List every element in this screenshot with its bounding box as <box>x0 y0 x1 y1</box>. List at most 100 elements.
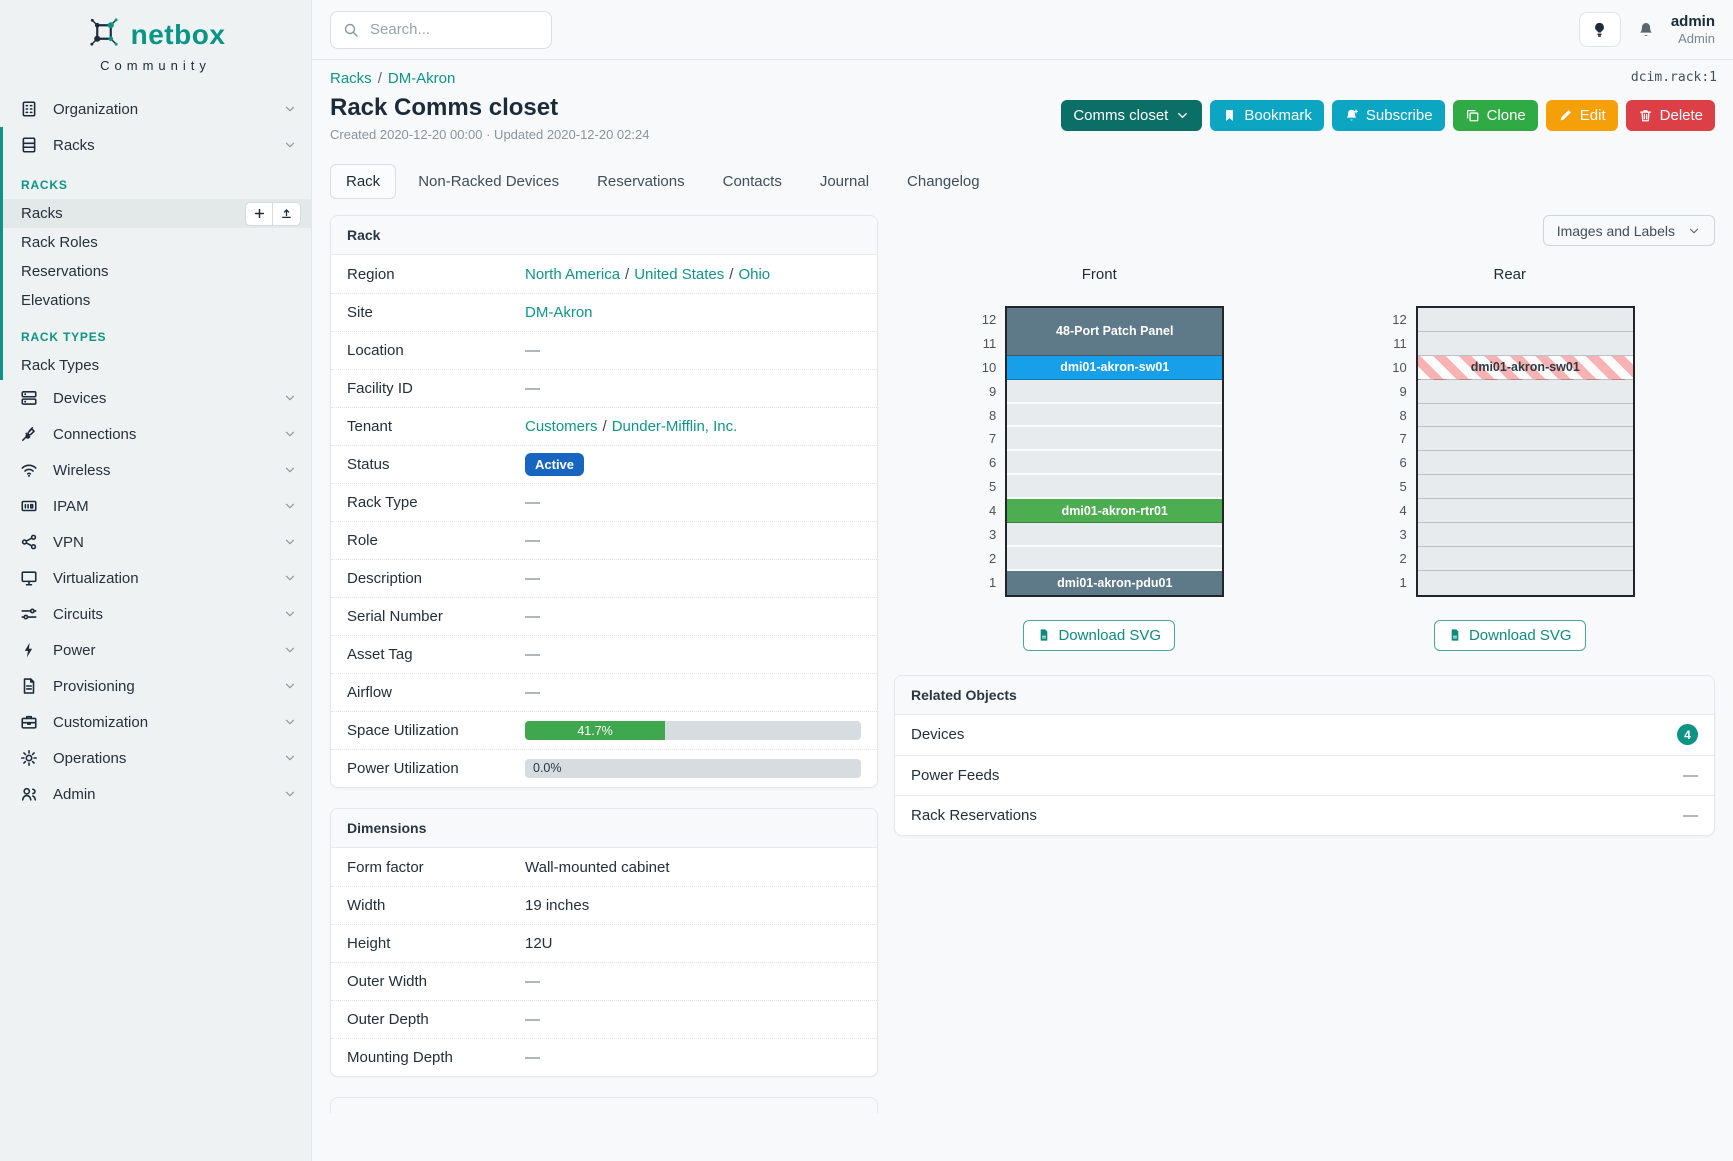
rack-unit-empty-u8 <box>1007 404 1222 428</box>
rack-unit-empty-u6 <box>1418 451 1633 475</box>
search-input[interactable] <box>368 20 539 39</box>
row-value: 0.0% <box>525 759 861 778</box>
link-ohio[interactable]: Ohio <box>738 266 770 283</box>
sidebar-item-virtualization[interactable]: Virtualization <box>0 560 311 596</box>
table-row-location: Location— <box>331 331 877 369</box>
chevron-down-icon <box>283 102 297 116</box>
sidebar-item-label: Organization <box>53 101 138 118</box>
sidebar-item-customization[interactable]: Customization <box>0 704 311 740</box>
front-elevation: Front 121110987654321 48-Port Patch Pane… <box>974 266 1224 651</box>
sidebar-item-label: Customization <box>53 714 148 731</box>
tab-contacts[interactable]: Contacts <box>707 164 798 199</box>
front-download-svg-button[interactable]: Download SVG <box>1023 620 1175 651</box>
status-badge: Active <box>525 453 584 476</box>
row-label: Status <box>347 456 525 473</box>
rack-unit-dmi01-akron-pdu01[interactable]: dmi01-akron-pdu01 <box>1007 571 1222 595</box>
table-row-site: SiteDM-Akron <box>331 293 877 331</box>
sidebar-item-reservations[interactable]: Reservations <box>3 257 311 286</box>
elevation-view-select[interactable]: Images and Labels <box>1543 215 1715 246</box>
notifications-button[interactable] <box>1637 21 1655 39</box>
gear-icon <box>20 749 40 767</box>
rack-unit-48-port-patch-panel[interactable]: 48-Port Patch Panel <box>1007 308 1222 356</box>
sidebar-item-label: IPAM <box>53 498 89 515</box>
sidebar-item-operations[interactable]: Operations <box>0 740 311 776</box>
sidebar-item-vpn[interactable]: VPN <box>0 524 311 560</box>
unit-number-7: 7 <box>974 427 996 451</box>
sidebar-item-racks[interactable]: Racks <box>3 199 311 228</box>
link-united-states[interactable]: United States <box>634 266 724 283</box>
brand[interactable]: netbox Community <box>0 0 311 77</box>
link-dm-akron[interactable]: DM-Akron <box>525 304 593 321</box>
users-icon <box>20 785 40 803</box>
row-label: Facility ID <box>347 380 525 397</box>
rack-unit-dmi01-akron-sw01[interactable]: dmi01-akron-sw01 <box>1007 356 1222 380</box>
sidebar-item-organization[interactable]: Organization <box>0 91 311 127</box>
sidebar-item-wireless[interactable]: Wireless <box>0 452 311 488</box>
delete-button[interactable]: Delete <box>1626 100 1715 131</box>
rack-unit-empty-u2 <box>1418 547 1633 571</box>
sidebar-subitem-label: Elevations <box>21 292 90 309</box>
bookmark-icon <box>1222 108 1237 123</box>
rear-rack: dmi01-akron-sw01 <box>1416 306 1635 597</box>
rack-panel-header: Rack <box>331 216 877 255</box>
table-row-role: Role— <box>331 521 877 559</box>
row-value: 12U <box>525 935 861 952</box>
separator: / <box>729 266 733 283</box>
rack-unit-dmi01-akron-rtr01[interactable]: dmi01-akron-rtr01 <box>1007 499 1222 523</box>
rear-download-svg-button[interactable]: Download SVG <box>1434 620 1586 651</box>
import-button[interactable] <box>273 202 301 226</box>
sidebar-item-ipam[interactable]: IPAM <box>0 488 311 524</box>
clone-button[interactable]: Clone <box>1453 100 1538 131</box>
chevron-down-icon <box>1175 108 1190 123</box>
link-dunder-mifflin-inc[interactable]: Dunder-Mifflin, Inc. <box>612 418 738 435</box>
breadcrumb-link-site[interactable]: DM-Akron <box>388 70 456 87</box>
sidebar-item-rack-types[interactable]: Rack Types <box>3 351 311 380</box>
related-row-power-feeds[interactable]: Power Feeds— <box>895 755 1714 795</box>
tab-rack[interactable]: Rack <box>330 164 396 199</box>
tab-journal[interactable]: Journal <box>804 164 885 199</box>
sidebar-item-racks[interactable]: Racks <box>3 127 311 163</box>
sidebar-item-devices[interactable]: Devices <box>0 380 311 416</box>
bookmark-button[interactable]: Bookmark <box>1210 100 1324 131</box>
user-menu[interactable]: admin Admin <box>1671 13 1715 47</box>
row-value: — <box>525 973 861 990</box>
tab-reservations[interactable]: Reservations <box>581 164 701 199</box>
unit-number-5: 5 <box>1385 475 1407 499</box>
link-north-america[interactable]: North America <box>525 266 620 283</box>
chevron-down-icon <box>283 427 297 441</box>
app-root: netbox Community OrganizationRacksRACKSR… <box>0 0 1733 1161</box>
rack-unit-dmi01-akron-sw01[interactable]: dmi01-akron-sw01 <box>1418 356 1633 380</box>
tab-non-racked-devices[interactable]: Non-Racked Devices <box>402 164 575 199</box>
sidebar-item-rack-roles[interactable]: Rack Roles <box>3 228 311 257</box>
unit-number-2: 2 <box>1385 547 1407 571</box>
breadcrumb: Racks/DM-Akron <box>330 70 649 87</box>
rack-unit-empty-u5 <box>1418 475 1633 499</box>
unit-number-6: 6 <box>1385 451 1407 475</box>
sidebar-item-elevations[interactable]: Elevations <box>3 286 311 315</box>
chevron-down-icon <box>283 391 297 405</box>
link-customers[interactable]: Customers <box>525 418 598 435</box>
sidebar-item-circuits[interactable]: Circuits <box>0 596 311 632</box>
edit-button[interactable]: Edit <box>1546 100 1618 131</box>
tab-changelog[interactable]: Changelog <box>891 164 996 199</box>
rack-unit-empty-u4 <box>1418 499 1633 523</box>
sidebar-item-connections[interactable]: Connections <box>0 416 311 452</box>
sidebar-item-provisioning[interactable]: Provisioning <box>0 668 311 704</box>
related-row-rack-reservations[interactable]: Rack Reservations— <box>895 795 1714 835</box>
dimensions-panel: Dimensions Form factorWall-mounted cabin… <box>330 808 878 1077</box>
subscribe-button[interactable]: Subscribe <box>1332 100 1445 131</box>
sidebar-item-admin[interactable]: Admin <box>0 776 311 812</box>
unit-number-12: 12 <box>1385 308 1407 332</box>
theme-toggle-button[interactable] <box>1579 12 1621 47</box>
sidebar-section-rack-types: RACK TYPES <box>3 315 311 351</box>
row-label: Width <box>347 897 525 914</box>
rear-elevation-title: Rear <box>1493 266 1526 283</box>
add-button[interactable] <box>245 202 273 226</box>
row-label: Region <box>347 266 525 283</box>
sidebar-item-power[interactable]: Power <box>0 632 311 668</box>
breadcrumb-link-racks[interactable]: Racks <box>330 70 372 87</box>
related-row-devices[interactable]: Devices4 <box>895 715 1714 755</box>
comms-closet-dropdown[interactable]: Comms closet <box>1061 100 1202 131</box>
row-label: Site <box>347 304 525 321</box>
empty-value: — <box>1683 767 1698 784</box>
